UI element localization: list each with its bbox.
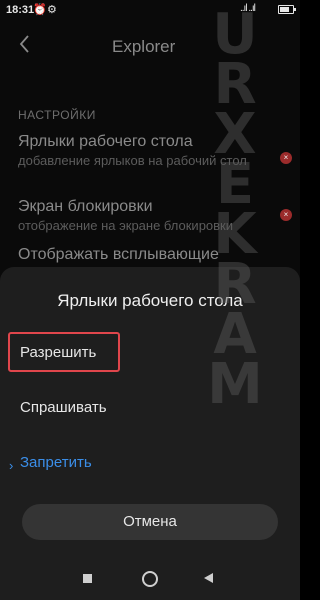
option-deny[interactable]: Запретить	[20, 454, 92, 471]
cancel-button[interactable]: Отмена	[22, 504, 278, 540]
recent-apps-icon[interactable]	[83, 574, 92, 583]
section-label: НАСТРОЙКИ	[18, 108, 96, 122]
gear-icon: ⚙	[47, 4, 57, 16]
selected-chevron-icon: ›	[9, 458, 14, 473]
page-title: Explorer	[112, 37, 176, 56]
back-triangle-icon[interactable]	[204, 573, 213, 583]
home-icon[interactable]	[142, 571, 158, 587]
option-ask[interactable]: Спрашивать	[20, 399, 107, 416]
watermark-letter: M	[207, 352, 263, 417]
battery-icon	[278, 5, 296, 14]
watermark-logo: U R X E K R A M	[205, 7, 265, 417]
back-arrow-icon[interactable]	[16, 32, 34, 56]
denied-icon: ×	[280, 209, 292, 221]
denied-icon: ×	[280, 152, 292, 164]
navigation-bar	[0, 564, 300, 600]
option-allow[interactable]: Разрешить	[20, 344, 96, 361]
status-time: 18:31	[6, 4, 35, 16]
screen: 18:31 ⏰ ⚙ ..ıl ..ıl Explorer НАСТРОЙКИ Я…	[0, 0, 300, 600]
alarm-icon: ⏰	[33, 4, 47, 16]
